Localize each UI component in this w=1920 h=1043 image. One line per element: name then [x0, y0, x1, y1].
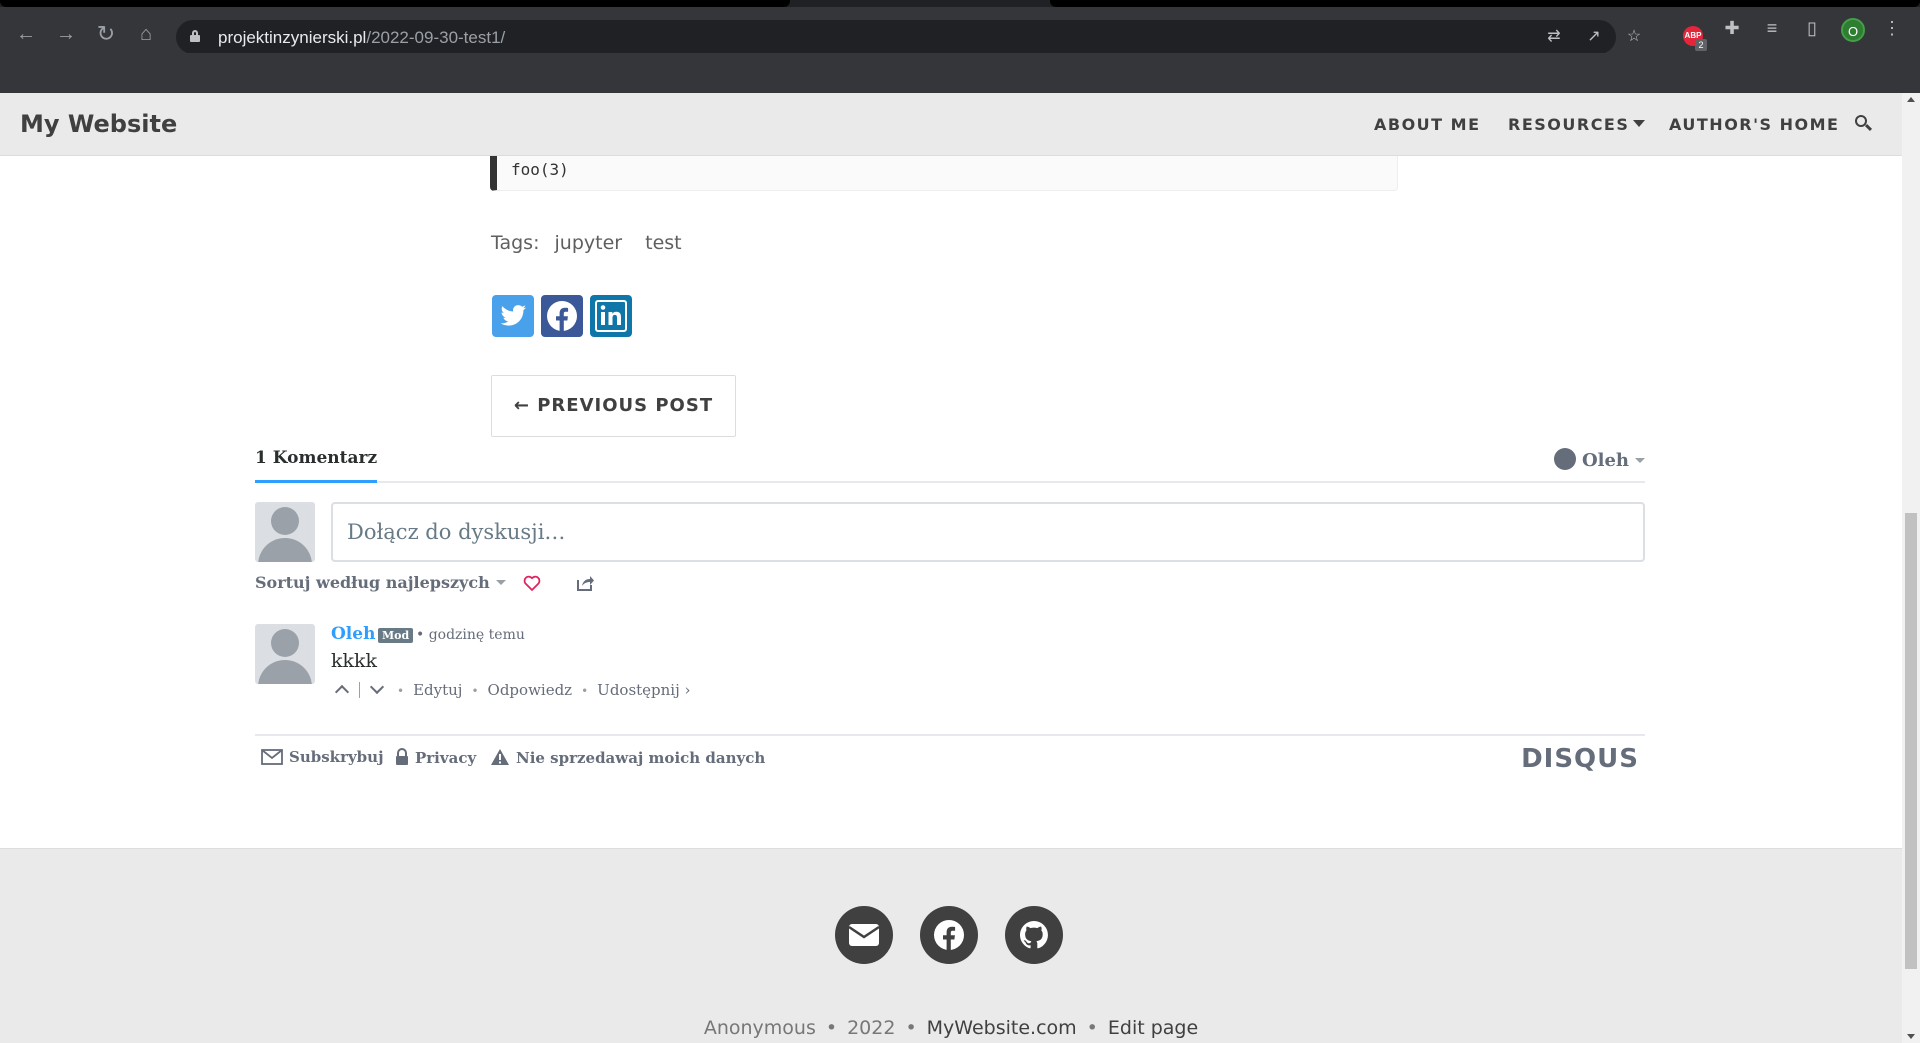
twitter-icon: [500, 305, 526, 326]
disqus-header: 1 Komentarz Oleh: [255, 448, 1645, 483]
github-link[interactable]: [1005, 906, 1063, 964]
linkedin-share-button[interactable]: [590, 295, 632, 337]
page-viewport: foo(3) Tags: jupyter test ← PREVIOUS POS…: [0, 93, 1902, 1043]
extensions-puzzle-icon[interactable]: ✚: [1721, 17, 1743, 39]
avatar: [255, 502, 315, 562]
do-not-sell-link[interactable]: Nie sprzedawaj moich danych: [490, 748, 765, 767]
footer-bullet: •: [905, 1017, 917, 1039]
menu-kebab-icon[interactable]: ⋮: [1881, 17, 1903, 39]
tab-strip: [0, 0, 1920, 7]
footer-author: Anonymous: [703, 1017, 816, 1039]
upvote-icon[interactable]: [334, 684, 350, 700]
comment-actions: • Edytuj • Odpowiedz • Udostępnij ›: [331, 679, 691, 700]
nav-authors-home[interactable]: AUTHOR'S HOME: [1669, 115, 1839, 134]
chrome-spacer: [0, 53, 1920, 93]
back-icon[interactable]: ←: [12, 20, 40, 48]
chevron-down-icon: [495, 580, 506, 585]
copyright-line: Anonymous • 2022 • MyWebsite.com • Edit page: [0, 1017, 1902, 1039]
comment-body: kkkk: [331, 650, 378, 672]
separator-dot: •: [397, 684, 405, 698]
separator-dot: •: [581, 684, 589, 698]
site-navbar: My Website ABOUT ME RESOURCES AUTHOR'S H…: [0, 93, 1902, 156]
comment-count-tab[interactable]: 1 Komentarz: [255, 448, 378, 483]
nav-about-me[interactable]: ABOUT ME: [1374, 115, 1481, 134]
comment-author[interactable]: Oleh: [331, 624, 375, 644]
site-footer: Anonymous • 2022 • MyWebsite.com • Edit page: [0, 848, 1902, 1043]
adblock-count: 2: [1695, 39, 1707, 51]
avatar[interactable]: [255, 624, 315, 684]
privacy-link[interactable]: Privacy: [395, 748, 476, 767]
github-icon: [1019, 921, 1048, 949]
separator-dot: •: [471, 684, 479, 698]
moderator-badge: Mod: [378, 628, 414, 643]
footer-bullet: •: [825, 1017, 838, 1039]
twitter-share-button[interactable]: [492, 295, 534, 337]
tag-link[interactable]: test: [645, 232, 682, 254]
warning-icon: [491, 749, 509, 765]
facebook-icon: [547, 301, 577, 332]
user-avatar-icon: [1553, 448, 1576, 470]
side-panel-icon[interactable]: ▯: [1801, 17, 1823, 39]
forward-icon[interactable]: →: [52, 20, 80, 48]
bookmark-star-icon[interactable]: ☆: [1625, 28, 1643, 46]
share-icon[interactable]: [575, 573, 595, 593]
subscribe-link[interactable]: Subskrybuj: [261, 748, 384, 766]
tags-label: Tags:: [491, 232, 540, 254]
tab[interactable]: [1050, 0, 1920, 7]
email-icon: [848, 924, 880, 946]
reply-link[interactable]: Odpowiedz: [488, 681, 573, 699]
search-icon[interactable]: [1855, 115, 1873, 133]
share-page-icon[interactable]: ↗: [1585, 28, 1603, 46]
home-icon[interactable]: ⌂: [132, 20, 160, 48]
post-tags: Tags: jupyter test: [491, 232, 682, 254]
previous-post-button[interactable]: ← PREVIOUS POST: [491, 375, 736, 437]
share-link[interactable]: Udostępnij ›: [597, 681, 690, 699]
linkedin-icon: [595, 300, 627, 332]
chevron-down-icon: [1633, 120, 1646, 127]
browser-toolbar: ← → ↻ ⌂ projektinzynierski.pl/2022-09-30…: [0, 7, 1920, 54]
lock-icon[interactable]: [190, 30, 200, 42]
url-text[interactable]: projektinzynierski.pl/2022-09-30-test1/: [218, 28, 505, 48]
facebook-icon: [934, 920, 964, 951]
facebook-link[interactable]: [920, 906, 978, 964]
heart-icon[interactable]: [523, 574, 541, 592]
address-bar[interactable]: projektinzynierski.pl/2022-09-30-test1/ …: [176, 20, 1641, 54]
disqus-logo[interactable]: DISQUS: [1521, 744, 1639, 774]
disqus-footer: Subskrybuj Privacy Nie sprzedawaj moich …: [255, 734, 1645, 774]
edit-page-link[interactable]: Edit page: [1108, 1017, 1198, 1039]
facebook-share-button[interactable]: [541, 295, 583, 337]
browser-chrome: ← → ↻ ⌂ projektinzynierski.pl/2022-09-30…: [0, 0, 1920, 93]
footer-year: 2022: [847, 1017, 896, 1039]
vote-divider: [359, 682, 360, 698]
tag-link[interactable]: jupyter: [555, 232, 623, 254]
nav-resources[interactable]: RESOURCES: [1508, 115, 1646, 134]
scroll-thumb[interactable]: [1905, 513, 1917, 969]
disqus-user-menu[interactable]: Oleh: [1553, 448, 1645, 471]
email-link[interactable]: [835, 906, 893, 964]
footer-bullet: •: [1086, 1017, 1098, 1039]
envelope-icon: [261, 749, 283, 765]
downvote-icon[interactable]: [369, 679, 385, 695]
media-queue-icon[interactable]: ≡: [1761, 17, 1783, 39]
sort-dropdown[interactable]: Sortuj według najlepszych: [255, 573, 506, 592]
comment-timestamp[interactable]: • godzinę temu: [416, 627, 525, 643]
edit-link[interactable]: Edytuj: [413, 681, 462, 699]
comment-box[interactable]: [331, 502, 1645, 562]
code-block: foo(3): [490, 156, 1398, 191]
comment-input[interactable]: [347, 516, 1627, 548]
profile-avatar[interactable]: O: [1841, 18, 1865, 42]
scroll-up-icon[interactable]: [1907, 97, 1915, 102]
footer-site-link[interactable]: MyWebsite.com: [927, 1017, 1077, 1039]
chevron-down-icon: [1635, 458, 1645, 463]
padlock-icon: [396, 748, 408, 765]
translate-icon[interactable]: ⇄: [1545, 28, 1563, 46]
code-line: foo(3): [511, 160, 569, 179]
reload-icon[interactable]: ↻: [92, 20, 120, 48]
scroll-down-icon[interactable]: [1907, 1034, 1915, 1039]
tab[interactable]: [0, 0, 790, 7]
page-scrollbar[interactable]: [1902, 93, 1920, 1043]
site-brand[interactable]: My Website: [20, 110, 177, 138]
